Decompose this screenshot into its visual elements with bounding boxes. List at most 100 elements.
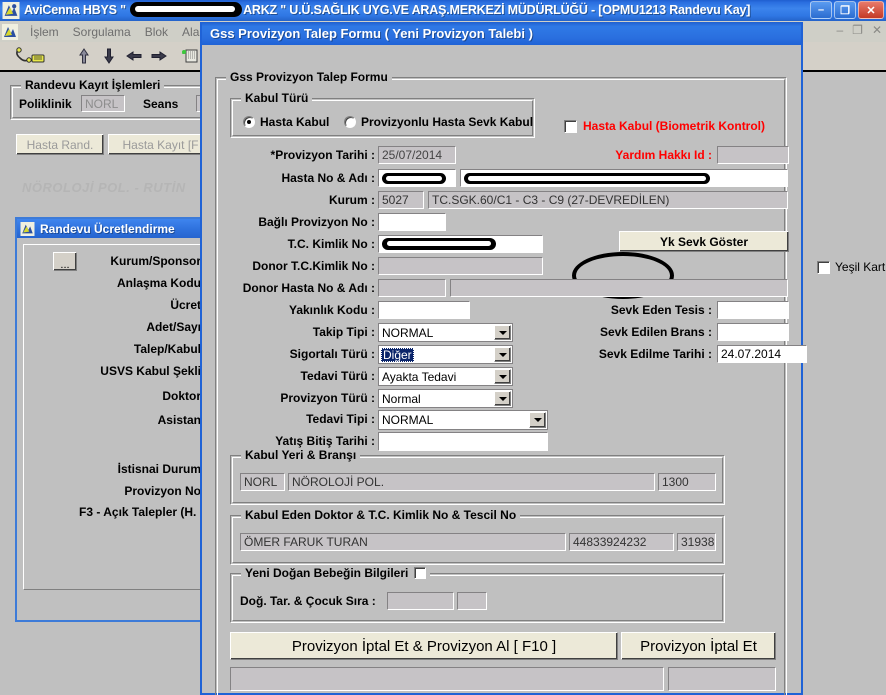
acik-talepler-label[interactable]: F3 - Açık Talepler (H. bbox=[79, 505, 196, 519]
chevron-down-icon[interactable] bbox=[494, 347, 511, 362]
seans-label: Seans bbox=[143, 97, 179, 111]
donor-hasta-no-field[interactable] bbox=[378, 279, 446, 297]
close-button[interactable]: ✕ bbox=[858, 1, 884, 19]
sevk-eden-tesis-field[interactable] bbox=[717, 301, 789, 319]
radio-icon-checked[interactable] bbox=[243, 116, 255, 128]
usvs-kabul-sekli-label: USVS Kabul Şekli bbox=[100, 364, 201, 378]
menu-item-islem[interactable]: İşlem bbox=[23, 25, 66, 39]
dogum-tarihi-label: Doğ. Tar. & Çocuk Sıra : bbox=[240, 594, 376, 608]
takip-tipi-value: NORMAL bbox=[382, 325, 434, 340]
mdi-child-icon bbox=[2, 23, 18, 40]
sevk-edilen-brans-field[interactable] bbox=[717, 323, 789, 341]
checkbox-icon-unchecked[interactable] bbox=[817, 260, 830, 274]
biometrik-kontrol-checkbox-row[interactable]: Hasta Kabul (Biometrik Kontrol) bbox=[564, 119, 765, 133]
asistan-label: Asistan bbox=[157, 413, 201, 427]
kabul-yeri-group-title: Kabul Yeri & Branşı bbox=[241, 448, 361, 462]
radio-hasta-kabul-label: Hasta Kabul bbox=[260, 115, 330, 129]
maximize-button[interactable]: ❐ bbox=[834, 1, 856, 19]
cocuk-sira-field[interactable] bbox=[457, 592, 487, 610]
donor-hasta-label: Donor Hasta No & Adı : bbox=[242, 281, 375, 295]
talep-kabul-label: Talep/Kabul bbox=[133, 342, 201, 356]
tedavi-turu-combo[interactable]: Ayakta Tedavi bbox=[378, 367, 513, 386]
redaction-bar bbox=[130, 2, 243, 18]
yatis-bitis-label: Yatış Bitiş Tarihi : bbox=[275, 434, 375, 448]
checkbox-icon-unchecked[interactable] bbox=[414, 567, 427, 579]
sevk-edilme-tarihi-field[interactable]: 24.07.2014 bbox=[717, 345, 807, 363]
kabul-turu-group-title: Kabul Türü bbox=[241, 91, 313, 105]
yesil-kart-checkbox-row[interactable]: Yeşil Kart Kontrolu Pasif bbox=[817, 260, 886, 274]
chevron-down-icon[interactable] bbox=[494, 325, 511, 340]
provizyon-iptal-et-button[interactable]: Provizyon İptal Et bbox=[621, 632, 776, 660]
provizyon-turu-value: Normal bbox=[382, 391, 421, 406]
mdi-close-button[interactable]: ✕ bbox=[872, 23, 882, 37]
hasta-rand-button[interactable]: Hasta Rand. bbox=[16, 134, 104, 155]
yatis-bitis-field[interactable] bbox=[378, 432, 548, 451]
arrow-up-icon[interactable] bbox=[72, 44, 96, 68]
radio-hasta-kabul[interactable]: Hasta Kabul bbox=[243, 115, 329, 129]
dogum-tarihi-field[interactable] bbox=[387, 592, 454, 610]
hasta-no-field[interactable] bbox=[378, 169, 456, 187]
menu-item-blok[interactable]: Blok bbox=[138, 25, 175, 39]
kurum-lookup-button[interactable]: ... bbox=[53, 252, 77, 271]
yardim-hakki-field[interactable] bbox=[717, 146, 789, 164]
provizyon-turu-label: Provizyon Türü : bbox=[280, 391, 375, 405]
kurum-label: Kurum : bbox=[329, 193, 375, 207]
donor-hasta-adi-field[interactable] bbox=[450, 279, 788, 297]
minimize-button[interactable]: – bbox=[810, 1, 832, 19]
provizyon-iptal-et-ve-al-button[interactable]: Provizyon İptal Et & Provizyon Al [ F10 … bbox=[230, 632, 618, 660]
yakinlik-kodu-label: Yakınlık Kodu : bbox=[288, 303, 375, 317]
yk-sevk-goster-button[interactable]: Yk Sevk Göster bbox=[619, 231, 789, 252]
checkbox-icon-unchecked[interactable] bbox=[564, 119, 577, 133]
radio-provizyonlu-sevk-label: Provizyonlu Hasta Sevk Kabul bbox=[361, 115, 534, 129]
takip-tipi-combo[interactable]: NORMAL bbox=[378, 323, 513, 342]
status-field-left bbox=[230, 667, 664, 691]
chevron-down-icon[interactable] bbox=[529, 412, 546, 428]
sevk-edilen-brans-label: Sevk Edilen Brans : bbox=[599, 325, 712, 339]
search-phone-icon[interactable] bbox=[3, 44, 65, 68]
doktor-tc-field[interactable]: 44833924232 bbox=[569, 533, 674, 551]
redaction-bar bbox=[464, 172, 710, 184]
arrow-left-icon[interactable] bbox=[122, 44, 146, 68]
mdi-window-controls[interactable]: – ❐ ✕ bbox=[836, 23, 882, 37]
takip-tipi-label: Takip Tipi : bbox=[312, 325, 375, 339]
kurum-kod-field[interactable]: 5027 bbox=[378, 191, 424, 209]
hasta-adi-field[interactable] bbox=[460, 169, 788, 187]
doktor-ad-field[interactable]: ÖMER FARUK TURAN bbox=[240, 533, 566, 551]
arrow-right-icon[interactable] bbox=[147, 44, 171, 68]
menu-item-sorgulama[interactable]: Sorgulama bbox=[66, 25, 138, 39]
chevron-down-icon[interactable] bbox=[494, 391, 511, 406]
kabul-yeri-brans-field[interactable]: 1300 bbox=[658, 473, 716, 491]
tc-kimlik-field[interactable] bbox=[378, 235, 543, 253]
doktor-tescil-field[interactable]: 31938 bbox=[677, 533, 716, 551]
kabul-yeri-ad-field[interactable]: NÖROLOJİ POL. bbox=[288, 473, 655, 491]
mdi-minimize-button[interactable]: – bbox=[836, 23, 843, 37]
screen: AviCenna HBYS " ARKZ " U.Ü.SAĞLIK UYG.VE… bbox=[0, 0, 886, 695]
donor-tc-field[interactable] bbox=[378, 257, 543, 275]
sigortali-turu-combo[interactable]: Diğer bbox=[378, 345, 513, 364]
provizyon-turu-combo[interactable]: Normal bbox=[378, 389, 513, 408]
arrow-down-icon[interactable] bbox=[97, 44, 121, 68]
yakinlik-kodu-field[interactable] bbox=[378, 301, 470, 319]
insert-record-icon[interactable] bbox=[178, 44, 202, 68]
mdi-restore-button[interactable]: ❐ bbox=[852, 23, 863, 37]
tedavi-tipi-combo[interactable]: NORMAL bbox=[378, 410, 548, 430]
yeni-dogan-bebek-group: Yeni Doğan Bebeğin Bilgileri Doğ. Tar. &… bbox=[230, 566, 725, 623]
poliklinik-watermark: NÖROLOJİ POL. - RUTİN bbox=[22, 180, 186, 195]
provizyon-tarihi-label: *Provizyon Tarihi : bbox=[270, 148, 375, 162]
yeni-dogan-bebek-group-title: Yeni Doğan Bebeğin Bilgileri bbox=[245, 566, 409, 580]
radio-icon-unchecked[interactable] bbox=[344, 116, 356, 128]
tedavi-turu-label: Tedavi Türü : bbox=[300, 369, 375, 383]
kurum-adi-field[interactable]: TC.SGK.60/C1 - C3 - C9 (27-DEVREDİLEN) bbox=[428, 191, 788, 209]
avicenna-app-icon bbox=[20, 221, 35, 236]
poliklinik-field[interactable]: NORL bbox=[81, 95, 125, 112]
doktor-label: Doktor bbox=[162, 389, 201, 403]
yardim-hakki-label: Yardım Hakkı Id : bbox=[615, 148, 712, 162]
kabul-yeri-kod-field[interactable]: NORL bbox=[240, 473, 285, 491]
provizyon-tarihi-field[interactable]: 25/07/2014 bbox=[378, 146, 456, 164]
hasta-kayit-button[interactable]: Hasta Kayıt [F bbox=[108, 134, 213, 155]
redaction-bar bbox=[382, 172, 446, 184]
chevron-down-icon[interactable] bbox=[494, 369, 511, 384]
window-controls[interactable]: – ❐ ✕ bbox=[810, 1, 884, 19]
bagli-provizyon-field[interactable] bbox=[378, 213, 446, 231]
radio-provizyonlu-sevk[interactable]: Provizyonlu Hasta Sevk Kabul bbox=[344, 115, 533, 129]
